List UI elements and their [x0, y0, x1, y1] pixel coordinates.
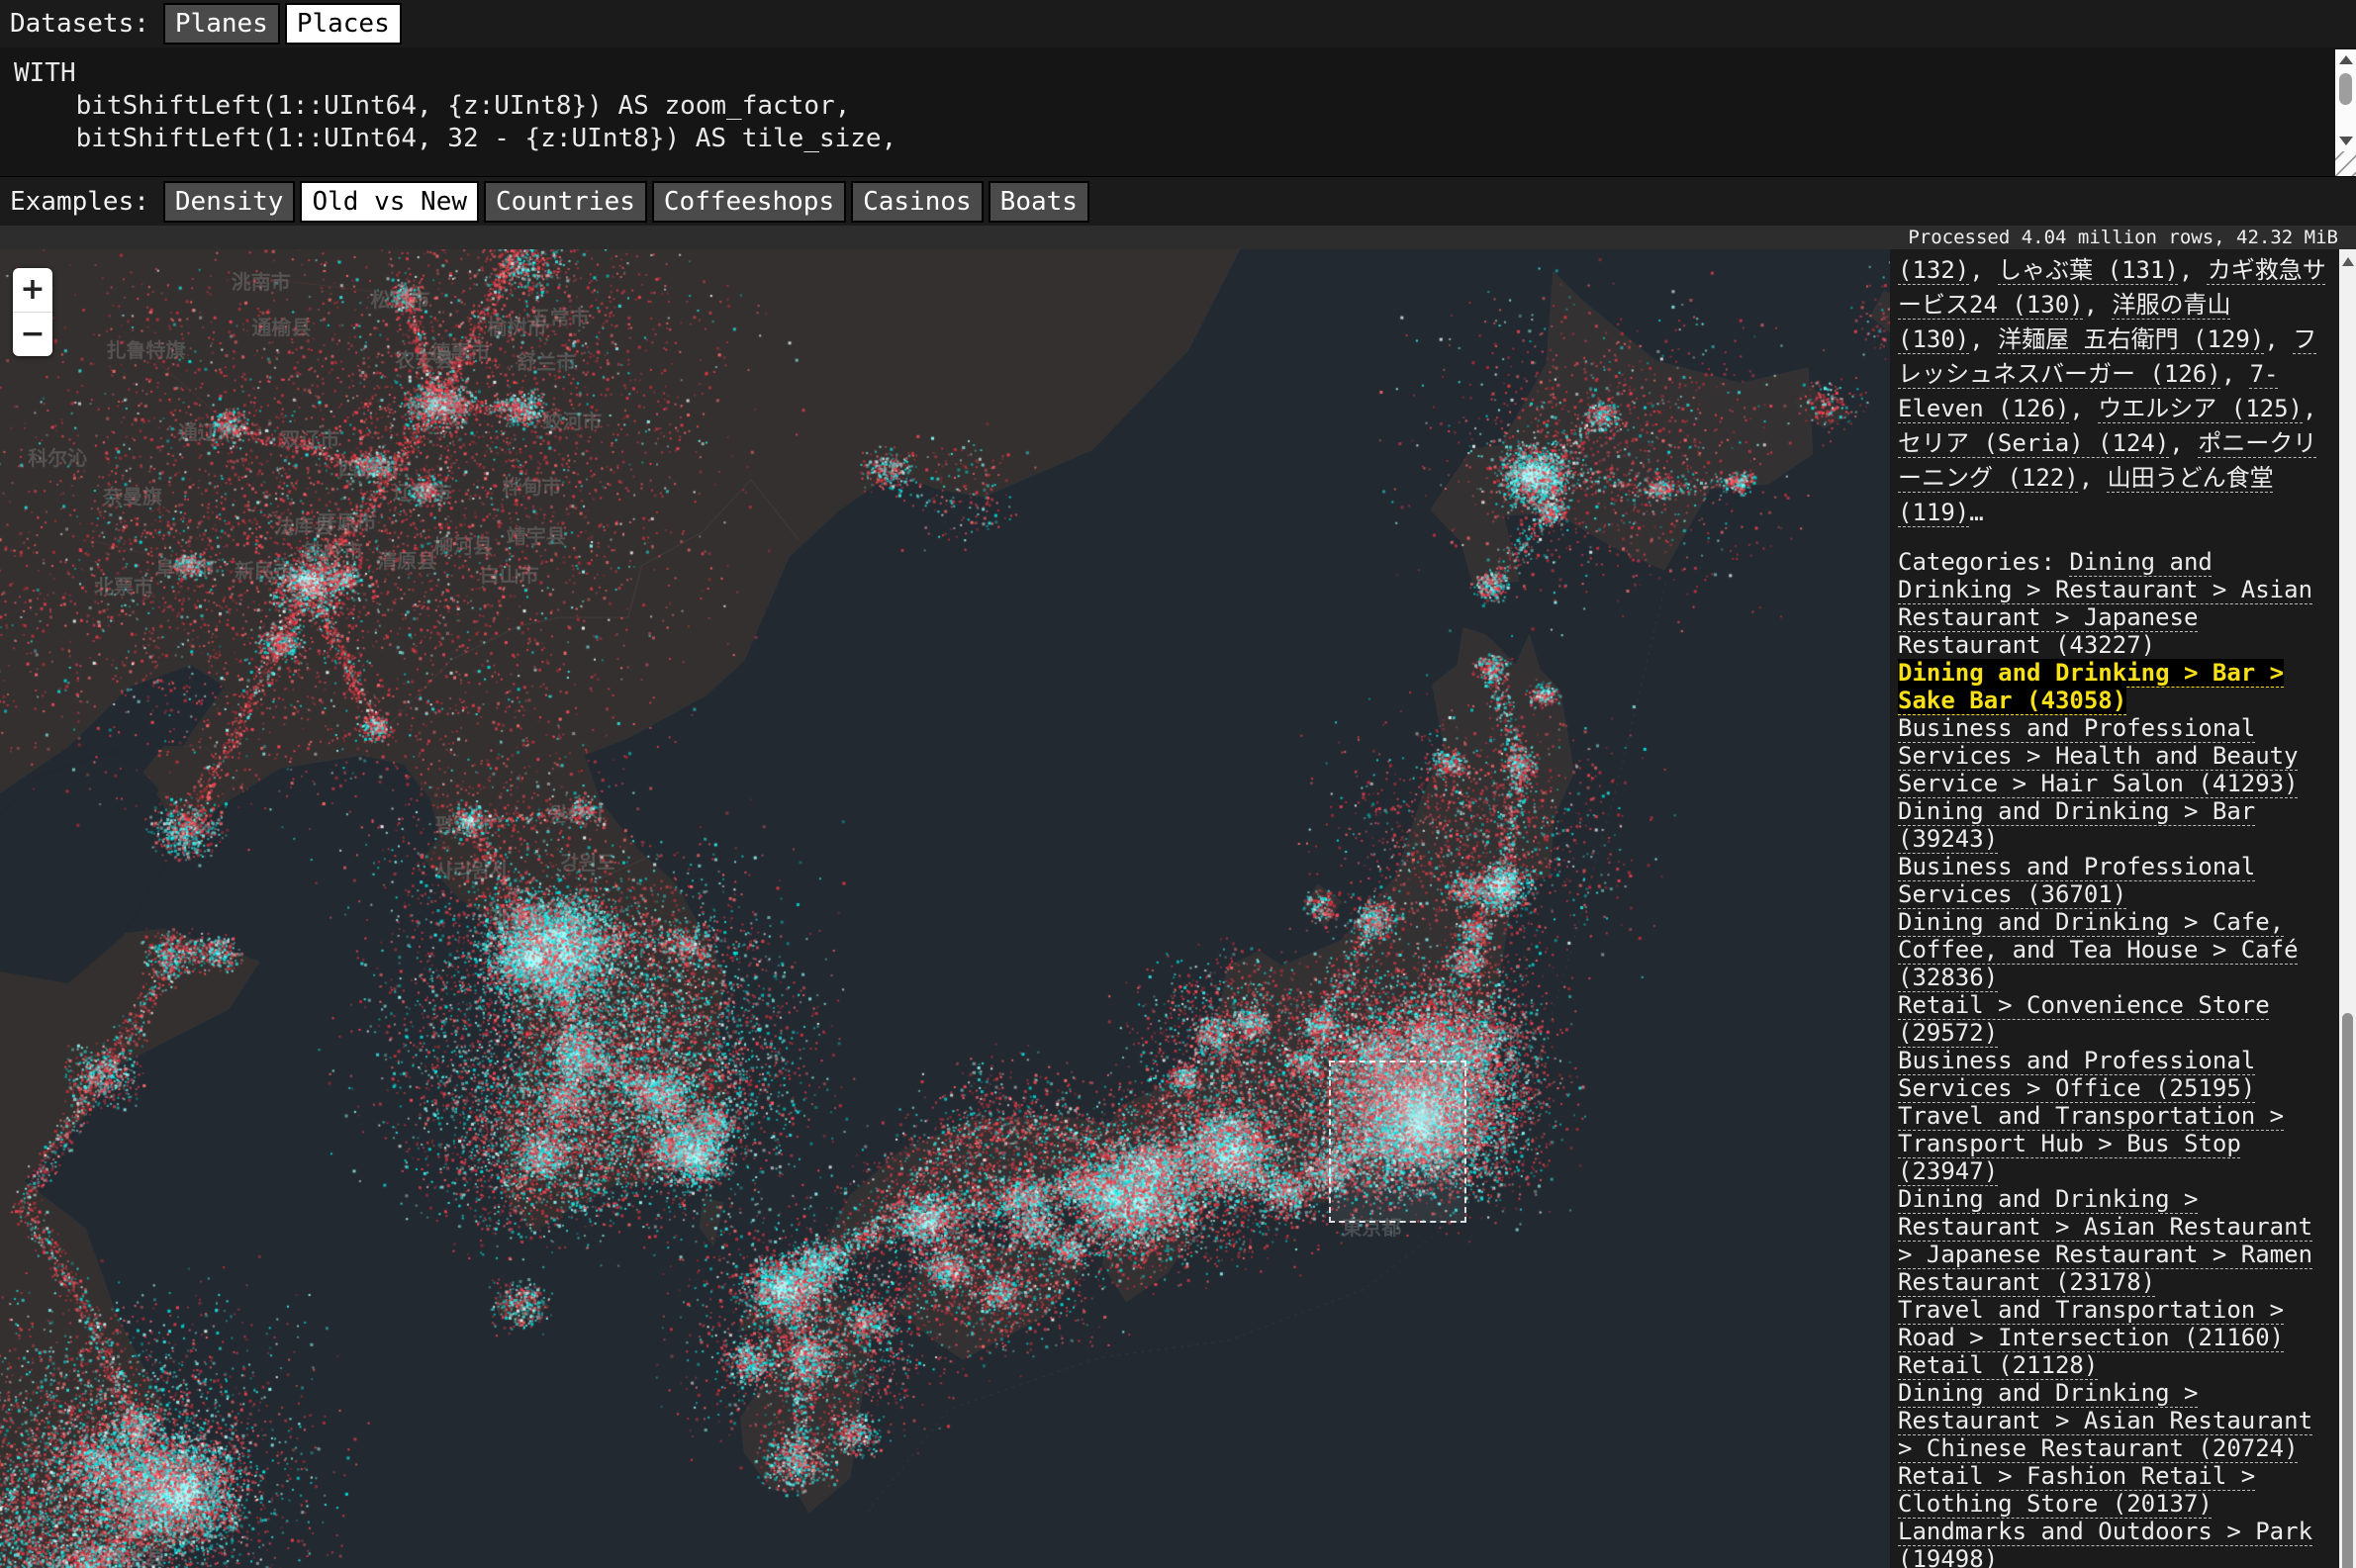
textarea-resize-grip-icon[interactable]: [2335, 151, 2356, 176]
category-row: Business and Professional Services > Hea…: [1898, 714, 2329, 797]
category-row: Business and Professional Services > Off…: [1898, 1047, 2329, 1102]
brand-link[interactable]: ウエルシア (125): [2098, 395, 2303, 422]
datasets-label: Datasets:: [10, 9, 149, 39]
example-button-casinos[interactable]: Casinos: [851, 181, 984, 223]
category-link[interactable]: Landmarks and Outdoors > Park (19498): [1898, 1518, 2312, 1568]
zoom-out-button[interactable]: −: [13, 312, 52, 356]
top-brands-list: (132), しゃぶ葉 (131), カギ救急サービス24 (130), 洋服の…: [1898, 253, 2329, 530]
map-selection-box[interactable]: [1329, 1061, 1466, 1223]
category-row: Dining and Drinking > Bar > Sake Bar (43…: [1898, 659, 2329, 714]
category-row: Retail > Fashion Retail > Clothing Store…: [1898, 1462, 2329, 1518]
sql-query-text[interactable]: WITH bitShiftLeft(1::UInt64, {z:UInt8}) …: [14, 57, 896, 155]
example-button-countries[interactable]: Countries: [484, 181, 647, 223]
scroll-down-icon[interactable]: [2339, 137, 2353, 145]
brand-link[interactable]: セリア (Seria) (124): [1898, 429, 2169, 457]
map-zoom-control: + −: [13, 268, 52, 356]
brand-link[interactable]: しゃぶ葉 (131): [1998, 256, 2179, 284]
category-row: Retail > Convenience Store (29572): [1898, 991, 2329, 1047]
example-button-old-vs-new[interactable]: Old vs New: [300, 181, 479, 223]
category-link[interactable]: Business and Professional Services (3670…: [1898, 853, 2255, 908]
processed-rows-status: Processed 4.04 million rows, 42.32 MiB: [1908, 227, 2338, 248]
category-row: Travel and Transportation > Road > Inter…: [1898, 1296, 2329, 1351]
map-canvas[interactable]: [0, 249, 1890, 1568]
category-link[interactable]: Business and Professional Services > Hea…: [1898, 714, 2299, 797]
example-button-coffeeshops[interactable]: Coffeeshops: [652, 181, 846, 223]
categories-label: Categories:: [1898, 548, 2069, 576]
examples-bar: Examples: DensityOld vs NewCountriesCoff…: [0, 176, 2356, 227]
category-row: Retail (21128): [1898, 1351, 2329, 1379]
category-row: Dining and Drinking > Cafe, Coffee, and …: [1898, 908, 2329, 991]
sql-editor-scrollbar[interactable]: [2335, 49, 2356, 151]
sql-editor[interactable]: WITH bitShiftLeft(1::UInt64, {z:UInt8}) …: [0, 47, 2356, 176]
sidebar-scrollbar[interactable]: [2339, 249, 2356, 1568]
status-bar: Processed 4.04 million rows, 42.32 MiB: [0, 226, 2356, 249]
category-link-highlighted[interactable]: Dining and Drinking > Bar > Sake Bar (43…: [1898, 659, 2284, 714]
category-row: Landmarks and Outdoors > Park (19498): [1898, 1518, 2329, 1568]
example-button-density[interactable]: Density: [163, 181, 296, 223]
datasets-bar: Datasets: PlanesPlaces: [0, 0, 2356, 47]
brands-truncation: …: [1969, 499, 1983, 526]
examples-label: Examples:: [10, 187, 149, 217]
category-link[interactable]: Retail > Convenience Store (29572): [1898, 991, 2270, 1047]
category-link[interactable]: Retail (21128): [1898, 1351, 2098, 1379]
category-row: Travel and Transportation > Transport Hu…: [1898, 1102, 2329, 1185]
sql-scrollbar-thumb[interactable]: [2339, 73, 2352, 105]
category-link[interactable]: Dining and Drinking > Bar (39243): [1898, 797, 2255, 853]
category-link[interactable]: Travel and Transportation > Road > Inter…: [1898, 1296, 2284, 1351]
category-row: Dining and Drinking > Restaurant > Asian…: [1898, 1185, 2329, 1296]
dataset-button-places[interactable]: Places: [285, 3, 402, 45]
sidebar-scrollbar-thumb[interactable]: [2342, 1013, 2353, 1568]
map-viewport[interactable]: 洮南市松原市榆树市五常市通榆县农安县德惠市舒兰市扎鲁特旗长春市蛟河市双辽市通辽市…: [0, 249, 1890, 1568]
scroll-up-icon[interactable]: [2342, 257, 2354, 266]
category-row: Business and Professional Services (3670…: [1898, 853, 2329, 908]
category-link[interactable]: Retail > Fashion Retail > Clothing Store…: [1898, 1462, 2255, 1518]
example-button-boats[interactable]: Boats: [989, 181, 1089, 223]
brand-link[interactable]: 洋麺屋 五右衛門 (129): [1998, 325, 2264, 353]
category-link[interactable]: Dining and Drinking > Restaurant > Asian…: [1898, 1185, 2312, 1296]
category-row: Categories: Dining and Drinking > Restau…: [1898, 548, 2329, 659]
main-content: 洮南市松原市榆树市五常市通榆县农安县德惠市舒兰市扎鲁特旗长春市蛟河市双辽市通辽市…: [0, 249, 2356, 1568]
examples-button-group: DensityOld vs NewCountriesCoffeeshopsCas…: [163, 181, 1094, 223]
category-link[interactable]: Dining and Drinking > Restaurant > Asian…: [1898, 1379, 2312, 1462]
categories-list: Categories: Dining and Drinking > Restau…: [1898, 548, 2329, 1568]
category-link[interactable]: Dining and Drinking > Cafe, Coffee, and …: [1898, 908, 2299, 991]
category-link[interactable]: Travel and Transportation > Transport Hu…: [1898, 1102, 2284, 1185]
scroll-up-icon[interactable]: [2339, 55, 2353, 64]
datasets-button-group: PlanesPlaces: [163, 3, 407, 45]
category-row: Dining and Drinking > Bar (39243): [1898, 797, 2329, 853]
brand-link-fragment[interactable]: (132): [1898, 256, 1969, 284]
zoom-in-button[interactable]: +: [13, 268, 52, 312]
category-row: Dining and Drinking > Restaurant > Asian…: [1898, 1379, 2329, 1462]
results-sidebar: (132), しゃぶ葉 (131), カギ救急サービス24 (130), 洋服の…: [1890, 249, 2339, 1568]
dataset-button-planes[interactable]: Planes: [163, 3, 280, 45]
category-link[interactable]: Business and Professional Services > Off…: [1898, 1047, 2255, 1102]
